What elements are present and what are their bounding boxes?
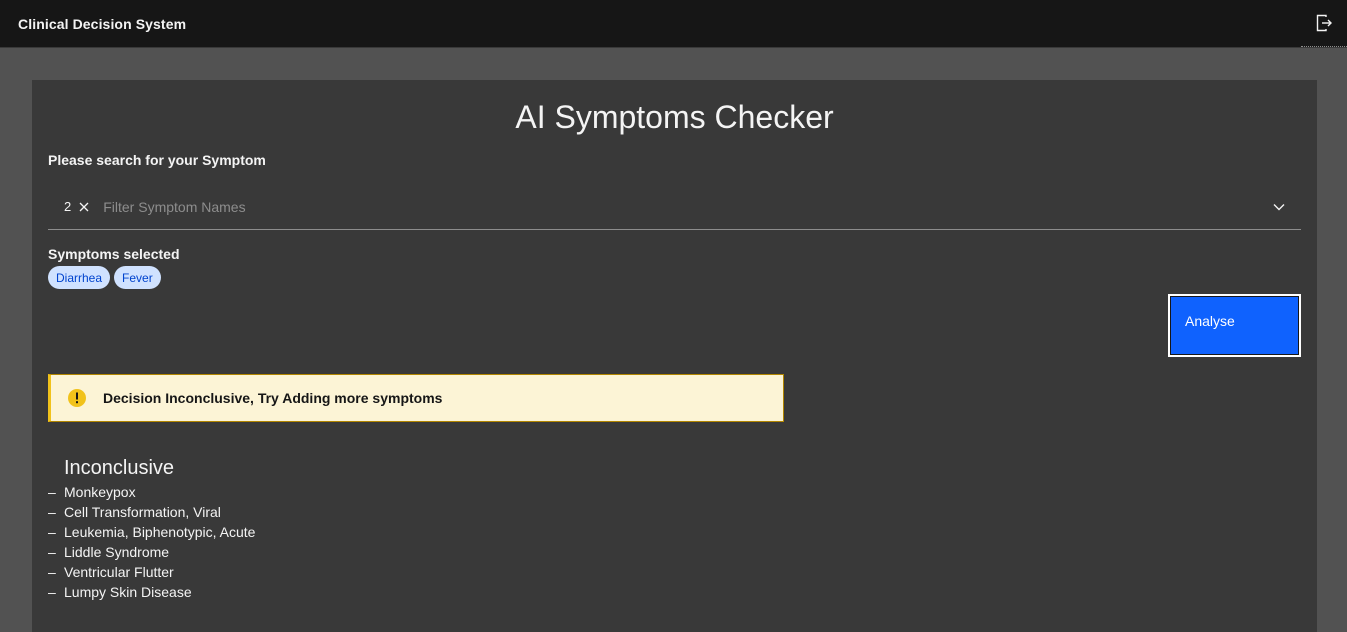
chevron-down-icon	[1273, 203, 1285, 210]
app-title[interactable]: Clinical Decision System	[18, 16, 186, 32]
selected-count: 2	[64, 199, 72, 214]
result-title: Inconclusive	[64, 457, 175, 479]
symptom-checker-panel: AI Symptoms Checker Please search for yo…	[32, 80, 1317, 632]
search-label: Please search for your Symptom	[48, 152, 266, 168]
list-item: – Liddle Syndrome	[48, 544, 170, 560]
result-item-label: Ventricular Flutter	[64, 564, 174, 580]
close-icon	[79, 202, 89, 211]
dropdown-toggle[interactable]	[1257, 184, 1301, 229]
logout-button[interactable]	[1301, 0, 1347, 47]
result-item-label: Lumpy Skin Disease	[64, 584, 192, 600]
symptom-chip[interactable]: Diarrhea	[48, 266, 111, 289]
list-item: – Cell Transformation, Viral	[48, 504, 221, 520]
list-item: – Ventricular Flutter	[48, 564, 174, 580]
symptom-chip[interactable]: Fever	[114, 266, 161, 289]
list-item: – Lumpy Skin Disease	[48, 584, 192, 600]
clear-selection-button[interactable]	[79, 202, 89, 212]
warning-notification: Decision Inconclusive, Try Adding more s…	[48, 374, 784, 422]
symptom-filter-input[interactable]	[103, 184, 1257, 229]
selected-count-tag: 2	[64, 199, 89, 214]
symptom-multiselect[interactable]: 2	[48, 184, 1301, 230]
logout-icon	[1316, 14, 1332, 32]
result-item-label: Liddle Syndrome	[64, 544, 170, 560]
list-item: – Leukemia, Biphenotypic, Acute	[48, 524, 256, 540]
result-item-label: Leukemia, Biphenotypic, Acute	[64, 524, 256, 540]
selected-symptom-chips: Diarrhea Fever	[48, 266, 161, 289]
analyse-button[interactable]: Analyse	[1168, 294, 1301, 357]
list-item: – Monkeypox	[48, 484, 136, 500]
page-title: AI Symptoms Checker	[515, 99, 834, 135]
app-header: Clinical Decision System	[0, 0, 1347, 48]
result-list: – Monkeypox – Cell Transformation, Viral –…	[48, 482, 255, 602]
result-item-label: Monkeypox	[64, 484, 136, 500]
notification-message: Decision Inconclusive, Try Adding more s…	[103, 390, 443, 406]
symptoms-selected-label: Symptoms selected	[48, 246, 180, 262]
warning-icon	[67, 388, 87, 408]
result-item-label: Cell Transformation, Viral	[64, 504, 221, 520]
